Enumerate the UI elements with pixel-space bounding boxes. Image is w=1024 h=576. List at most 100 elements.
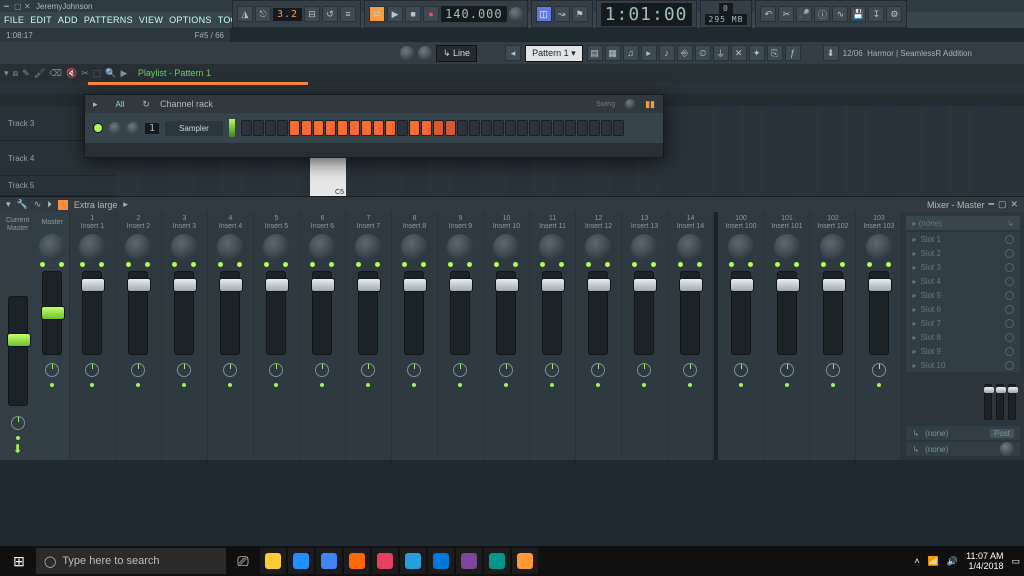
channel-rack[interactable]: ▸ All ↻ Channel rack Swing ▮▮ 1 Sampler — [84, 94, 664, 158]
tray-net-icon[interactable]: 📶 — [928, 556, 939, 567]
send-rt-icon[interactable]: ↳ — [912, 429, 919, 438]
step-cell[interactable] — [601, 120, 612, 136]
fx-slot[interactable]: ▸Slot 7 — [906, 316, 1020, 330]
slot-enable-icon[interactable] — [1005, 305, 1014, 314]
chr-loop-icon[interactable]: ↻ — [142, 99, 150, 110]
route-dot[interactable] — [550, 383, 554, 387]
mixer-insert-12[interactable]: 12Insert 12 — [576, 212, 622, 460]
slot-arrow-icon[interactable]: ▸ — [912, 361, 916, 370]
mixer-insert-2[interactable]: 2Insert 2 — [116, 212, 162, 460]
route-dot[interactable] — [136, 383, 140, 387]
mute-icon[interactable]: 🔇 — [66, 68, 77, 79]
mx-knob[interactable] — [171, 234, 197, 260]
slot-enable-icon[interactable] — [1005, 235, 1014, 244]
pan-ring[interactable] — [826, 363, 840, 377]
mx-knob[interactable] — [401, 234, 427, 260]
mx-fader[interactable] — [731, 271, 751, 355]
playlist-timeline[interactable] — [0, 82, 1024, 94]
chr-pan-knob[interactable] — [109, 122, 121, 134]
mx-knob[interactable] — [631, 234, 657, 260]
mx-fader[interactable] — [588, 271, 608, 355]
fx-slot[interactable]: ▸Slot 6 — [906, 302, 1020, 316]
time-display[interactable]: 1:01:00 — [601, 3, 692, 26]
mx-knob[interactable] — [774, 234, 800, 260]
slot-arrow-icon[interactable]: ▸ — [912, 333, 916, 342]
slot-enable-icon[interactable] — [1005, 277, 1014, 286]
mx-current-foot[interactable] — [11, 416, 25, 440]
mx-fader[interactable] — [82, 271, 102, 355]
window-shortcut-icons[interactable]: ▤ ▦ ♫ ▸ ♪ ⎆ ⏲ ⏚ ✕ ✦ ⎘ ƒ — [587, 45, 801, 61]
pan-ring[interactable] — [177, 363, 191, 377]
mx-menu-icon[interactable]: ▾ — [6, 199, 11, 210]
windows-taskbar[interactable]: ⊞ ◯ Type here to search ⎚ ˄ 📶 🔊 11:07 AM… — [0, 546, 1024, 576]
menu-add[interactable]: ADD — [58, 15, 78, 25]
menu-view[interactable]: VIEW — [139, 15, 163, 25]
mixer-master-col[interactable]: Master — [35, 212, 70, 460]
slot-arrow-icon[interactable]: ▸ — [912, 319, 916, 328]
slot-arrow-icon[interactable]: ▸ — [912, 235, 916, 244]
mx-knob[interactable] — [263, 234, 289, 260]
eq-hi[interactable] — [1008, 384, 1016, 420]
chr-vol-knob[interactable] — [127, 122, 139, 134]
mixer-min-icon[interactable]: ━ — [989, 199, 994, 210]
loop-marker[interactable] — [88, 82, 308, 85]
slot-enable-icon[interactable] — [1005, 263, 1014, 272]
taskbar-clock[interactable]: 11:07 AM 1/4/2018 — [966, 551, 1003, 571]
mixer-insert-101[interactable]: 101Insert 101 — [764, 212, 810, 460]
mx-master-fader[interactable] — [42, 271, 62, 355]
select-icon[interactable]: ⬚ — [93, 68, 102, 79]
pan-ring[interactable] — [45, 363, 59, 377]
shortcut-panel[interactable]: ↶ ✂ 🎤 ⓘ ∿ 💾 ↧ ⚙ — [755, 0, 907, 28]
pan-ring[interactable] — [872, 363, 886, 377]
download-icon[interactable]: ⬇ — [823, 45, 839, 61]
step-cell[interactable] — [445, 120, 456, 136]
eq-low[interactable] — [984, 384, 992, 420]
snap-select[interactable]: ↳ Line — [436, 45, 477, 62]
taskbar-app[interactable] — [512, 548, 538, 574]
render-icon[interactable]: ↧ — [868, 6, 884, 22]
pan-ring[interactable] — [11, 416, 25, 430]
erase-icon[interactable]: ⌫ — [49, 68, 62, 79]
mixer-current-col[interactable]: CurrentMaster ⬇ — [0, 212, 35, 460]
slot-enable-icon[interactable] — [1005, 291, 1014, 300]
fx-header[interactable]: ▸ (none) ↳ — [906, 216, 1020, 230]
step-cell[interactable] — [409, 120, 420, 136]
pianoroll-icon[interactable]: ♫ — [623, 45, 639, 61]
chr-channel-name[interactable]: Sampler — [165, 121, 223, 136]
taskbar-search[interactable]: ◯ Type here to search — [36, 548, 226, 574]
step-cell[interactable] — [265, 120, 276, 136]
mx-fader[interactable] — [358, 271, 378, 355]
slot-arrow-icon[interactable]: ▸ — [912, 249, 916, 258]
mx-knob[interactable] — [309, 234, 335, 260]
mixer-insert-13[interactable]: 13Insert 13 — [622, 212, 668, 460]
slot-arrow-icon[interactable]: ▸ — [912, 277, 916, 286]
marker-icon[interactable]: ⚑ — [572, 6, 588, 22]
route-dot[interactable] — [16, 436, 20, 440]
undo-icon[interactable]: ↶ — [760, 6, 776, 22]
route-dot[interactable] — [739, 383, 743, 387]
channelrack-icon[interactable]: ▦ — [605, 45, 621, 61]
playlist-icon[interactable]: ▤ — [587, 45, 603, 61]
mixer-insert-14[interactable]: 14Insert 14 — [668, 212, 714, 460]
taskbar-app[interactable] — [484, 548, 510, 574]
step-cell[interactable] — [481, 120, 492, 136]
chr-swing-knob[interactable] — [625, 99, 635, 109]
mx-size-label[interactable]: Extra large — [74, 200, 118, 210]
channel-rack-titlebar[interactable]: ▸ All ↻ Channel rack Swing ▮▮ — [85, 95, 663, 113]
step-cell[interactable] — [277, 120, 288, 136]
mx-knob[interactable] — [820, 234, 846, 260]
script-icon[interactable]: ƒ — [785, 45, 801, 61]
step-cell[interactable] — [469, 120, 480, 136]
taskbar-app[interactable] — [316, 548, 342, 574]
route-dot[interactable] — [831, 383, 835, 387]
chr-menu-icon[interactable]: ▸ — [93, 99, 98, 110]
main-volume-knob[interactable] — [400, 46, 414, 60]
countdown-icon[interactable]: ⊟ — [304, 6, 320, 22]
step-cell[interactable] — [565, 120, 576, 136]
stop-icon[interactable]: ■ — [405, 6, 421, 22]
mx-knob[interactable] — [677, 234, 703, 260]
mx-fader[interactable] — [220, 271, 240, 355]
step-cell[interactable] — [433, 120, 444, 136]
step-cell[interactable] — [253, 120, 264, 136]
mixer-insert-10[interactable]: 10Insert 10 — [484, 212, 530, 460]
